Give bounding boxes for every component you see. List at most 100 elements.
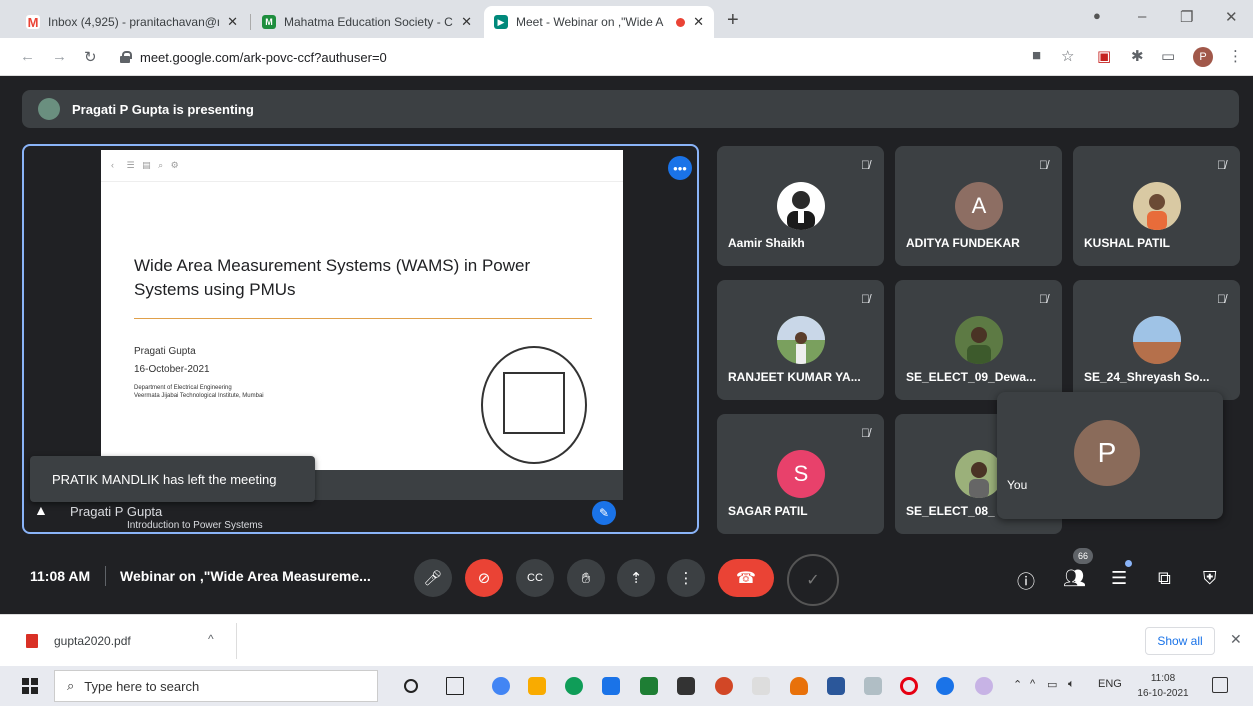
chrome-icon[interactable] xyxy=(492,677,510,695)
raise-hand-button[interactable]: ✋︎ xyxy=(567,559,605,597)
task-view-icon[interactable] xyxy=(446,677,464,695)
file-explorer-icon[interactable] xyxy=(528,677,546,695)
mic-muted-icon: 🎙̸ xyxy=(1217,292,1226,306)
taskbar-search[interactable]: ⌕ Type here to search xyxy=(54,670,378,702)
present-screen-button[interactable]: ⇡ xyxy=(617,559,655,597)
forward-icon[interactable]: → xyxy=(52,48,67,65)
close-window-icon[interactable]: ✕ xyxy=(1225,8,1238,26)
camera-off-button[interactable]: ⊘ xyxy=(465,559,503,597)
captions-icon: CC xyxy=(527,572,543,584)
participant-avatar xyxy=(955,316,1003,364)
participant-tile[interactable]: 🎙̸ KUSHAL PATIL xyxy=(1073,146,1240,266)
menu-kebab-icon[interactable]: ⋮ xyxy=(1228,47,1243,65)
tab-gmail[interactable]: M Inbox (4,925) - pranitachavan@n ✕ xyxy=(16,6,248,38)
captions-button[interactable]: CC xyxy=(516,559,554,597)
clock-time: 11:08 xyxy=(1150,673,1176,684)
hand-icon: ✋︎ xyxy=(581,569,591,587)
institute-seal-logo xyxy=(481,346,587,464)
participant-tile[interactable]: 🎙̸ S SAGAR PATIL xyxy=(717,414,884,534)
more-options-icon[interactable]: ••• xyxy=(668,156,692,180)
minimize-icon[interactable]: – xyxy=(1138,8,1146,25)
app-icon[interactable] xyxy=(790,677,808,695)
slide-title: Wide Area Measurement Systems (WAMS) in … xyxy=(134,256,531,299)
annotate-pen-icon[interactable]: ✎ xyxy=(592,501,616,525)
extension-icon[interactable]: ▣ xyxy=(1097,47,1111,65)
presenting-banner: Pragati P Gupta is presenting xyxy=(22,90,1239,128)
slide-divider xyxy=(134,318,592,319)
camera-icon[interactable]: ■ xyxy=(1032,47,1041,64)
network-icon[interactable]: ^ xyxy=(1030,678,1035,690)
institute-text: Veermata Jijabai Technological Institute… xyxy=(134,393,264,399)
powerpoint-icon[interactable] xyxy=(715,677,733,695)
store-icon[interactable] xyxy=(677,677,695,695)
participant-avatar: S xyxy=(777,450,825,498)
people-icon[interactable]: 👥︎ xyxy=(1063,568,1086,589)
participant-avatar xyxy=(777,316,825,364)
activities-icon[interactable]: ⧉ xyxy=(1158,568,1171,589)
paint-icon[interactable] xyxy=(864,677,882,695)
back-icon[interactable]: ← xyxy=(20,48,35,65)
participant-tile[interactable]: 🎙̸ RANJEET KUMAR YA... xyxy=(717,280,884,400)
new-tab-button[interactable]: + xyxy=(727,9,739,32)
leave-call-button[interactable]: ☎︎ xyxy=(718,559,774,597)
microphone-button[interactable]: 🎤︎ xyxy=(414,559,452,597)
more-options-button[interactable]: ⋮ xyxy=(667,559,705,597)
close-tab-icon[interactable]: ✕ xyxy=(227,14,238,30)
excel-icon[interactable] xyxy=(640,677,658,695)
chevron-up-icon[interactable]: ^ xyxy=(208,632,214,646)
slide-department: Department of Electrical Engineering Vee… xyxy=(134,384,264,400)
participant-tile[interactable]: 🎙̸ A ADITYA FUNDEKAR xyxy=(895,146,1062,266)
reload-icon[interactable]: ↻ xyxy=(84,48,97,66)
show-hidden-icons-chevron[interactable]: ⌃ xyxy=(1013,678,1022,691)
address-bar[interactable]: meet.google.com/ark-povc-ccf?authuser=0 xyxy=(110,44,930,70)
participant-avatar xyxy=(1133,316,1181,364)
show-all-button[interactable]: Show all xyxy=(1145,627,1215,655)
tab-meet[interactable]: ▶ Meet - Webinar on ,"Wide A ✕ xyxy=(484,6,714,38)
self-view-tile[interactable]: P You xyxy=(997,392,1223,519)
participant-tile[interactable]: 🎙̸ Aamir Shaikh xyxy=(717,146,884,266)
teams-icon[interactable] xyxy=(936,677,954,695)
activity-ring[interactable]: ✓ xyxy=(787,554,839,606)
profile-avatar[interactable]: P xyxy=(1193,47,1213,67)
meet-window: Pragati P Gupta is presenting ‹ ☰ ▤ ⌕ ⚙ … xyxy=(0,76,1253,614)
word-icon[interactable] xyxy=(827,677,845,695)
chat-icon[interactable]: ☰ xyxy=(1111,568,1127,589)
presenting-text: Pragati P Gupta is presenting xyxy=(72,101,254,117)
meeting-info-icon[interactable]: ⓘ xyxy=(1017,568,1035,594)
participant-name: ADITYA FUNDEKAR xyxy=(906,236,1020,250)
presenter-label: Pragati P Gupta xyxy=(70,504,163,519)
windows-start-icon[interactable] xyxy=(22,678,38,694)
participant-name: SAGAR PATIL xyxy=(728,504,808,518)
recording-icon xyxy=(676,17,686,27)
participant-tile[interactable]: 🎙̸ SE_ELECT_09_Dewa... xyxy=(895,280,1062,400)
shared-slide: ‹ ☰ ▤ ⌕ ⚙ Wide Area Measurement Systems … xyxy=(101,150,623,500)
puzzle-icon[interactable]: ✱ xyxy=(1131,47,1144,65)
tab-title: Inbox (4,925) - pranitachavan@n xyxy=(48,15,220,29)
participant-tile[interactable]: 🎙̸ SE_24_Shreyash So... xyxy=(1073,280,1240,400)
notepad-icon[interactable] xyxy=(752,677,770,695)
edge-icon[interactable] xyxy=(565,677,583,695)
close-tab-icon[interactable]: ✕ xyxy=(461,14,472,30)
slide-date: 16-October-2021 xyxy=(134,364,210,375)
slide-nav-icon: ‹ ☰ ▤ ⌕ ⚙ xyxy=(111,160,179,170)
cortana-icon[interactable] xyxy=(404,679,418,693)
pin-icon[interactable]: ▲ xyxy=(34,502,48,518)
taskbar-clock[interactable]: 11:08 16-10-2021 xyxy=(1133,671,1193,701)
volume-icon[interactable]: 🔈︎ xyxy=(1068,678,1075,691)
cast-icon[interactable]: ▭ xyxy=(1161,47,1175,65)
close-tab-icon[interactable]: ✕ xyxy=(693,14,704,30)
host-controls-icon[interactable]: ⛨ xyxy=(1203,568,1217,589)
battery-icon[interactable]: ▭ xyxy=(1047,678,1057,691)
snip-icon[interactable] xyxy=(975,677,993,695)
mail-icon[interactable] xyxy=(602,677,620,695)
notification-center-icon[interactable] xyxy=(1212,677,1228,693)
tab-classroom[interactable]: M Mahatma Education Society - Cl ✕ xyxy=(252,6,482,38)
restore-icon[interactable]: ❐ xyxy=(1180,8,1193,26)
input-language[interactable]: ENG xyxy=(1098,678,1122,690)
close-icon[interactable]: ✕ xyxy=(1230,631,1242,648)
bookmark-star-icon[interactable]: ☆ xyxy=(1061,47,1074,65)
download-filename[interactable]: gupta2020.pdf xyxy=(54,634,131,648)
account-circle-icon[interactable]: ● xyxy=(1093,8,1101,23)
opera-icon[interactable] xyxy=(900,677,918,695)
search-placeholder: Type here to search xyxy=(84,678,200,694)
